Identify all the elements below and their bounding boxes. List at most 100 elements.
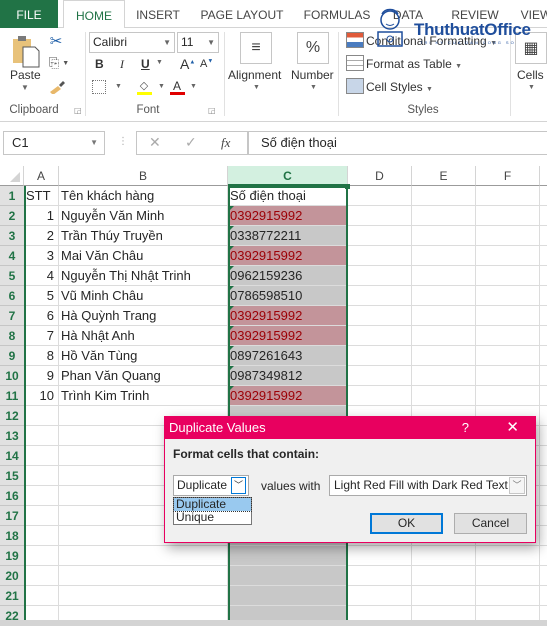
horizontal-scrollbar[interactable] <box>0 620 547 626</box>
cell-b[interactable]: Phan Văn Quang <box>59 366 228 386</box>
cancel-icon[interactable]: ✕ <box>149 134 161 151</box>
cell-g[interactable] <box>540 306 547 326</box>
tab-view[interactable]: VIEW <box>516 0 547 28</box>
cell-e[interactable] <box>412 586 476 606</box>
alignment-dropdown-icon[interactable]: ▼ <box>253 84 260 91</box>
cell-d[interactable] <box>348 226 412 246</box>
cell-d[interactable] <box>348 346 412 366</box>
cell-f[interactable] <box>476 566 540 586</box>
name-box[interactable]: C1 ▼ <box>3 131 105 155</box>
cell-g[interactable] <box>540 346 547 366</box>
column-header-c[interactable]: C <box>228 166 348 186</box>
row-header[interactable]: 4 <box>0 246 24 266</box>
cell-f[interactable] <box>476 326 540 346</box>
cell-e[interactable] <box>412 266 476 286</box>
cell-c[interactable]: Số điện thoại <box>228 186 348 206</box>
ok-button[interactable]: OK <box>370 513 443 534</box>
fill-color-icon[interactable]: ◇ <box>136 78 152 96</box>
cell-f[interactable] <box>476 586 540 606</box>
cancel-button[interactable]: Cancel <box>454 513 527 534</box>
row-header[interactable]: 15 <box>0 466 24 486</box>
decrease-font-icon[interactable]: A▼ <box>200 58 213 70</box>
cell-e[interactable] <box>412 226 476 246</box>
format-painter-icon[interactable] <box>47 78 67 96</box>
row-header[interactable]: 18 <box>0 526 24 546</box>
format-as-table-icon[interactable] <box>346 55 364 71</box>
cell-a[interactable]: 7 <box>24 326 59 346</box>
font-color-icon[interactable]: A <box>169 78 185 96</box>
cell-f[interactable] <box>476 306 540 326</box>
row-header[interactable]: 3 <box>0 226 24 246</box>
cell-a[interactable] <box>24 406 59 426</box>
cell-a[interactable] <box>24 546 59 566</box>
cell-b[interactable] <box>59 546 228 566</box>
row-header[interactable]: 6 <box>0 286 24 306</box>
font-launcher-icon[interactable]: ◲ <box>208 106 216 115</box>
bold-button[interactable]: B <box>95 57 104 71</box>
cell-e[interactable] <box>412 566 476 586</box>
clipboard-launcher-icon[interactable]: ◲ <box>74 106 82 115</box>
cell-a[interactable]: 6 <box>24 306 59 326</box>
number-label[interactable]: Number <box>291 68 334 82</box>
cells-icon[interactable]: ▦ <box>515 32 547 64</box>
borders-dropdown-icon[interactable]: ▼ <box>115 83 122 90</box>
cell-c[interactable]: 0897261643 <box>228 346 348 366</box>
cell-b[interactable]: Hồ Văn Tùng <box>59 346 228 366</box>
cell-g[interactable] <box>540 386 547 406</box>
column-header-g[interactable] <box>540 166 547 186</box>
cell-c[interactable] <box>228 586 348 606</box>
conditional-formatting-button[interactable]: Conditional Formatting ▼ <box>366 34 497 48</box>
cell-b[interactable] <box>59 586 228 606</box>
tab-formulas[interactable]: FORMULAS <box>302 0 372 28</box>
alignment-icon[interactable]: ≡ <box>240 32 272 64</box>
formula-input[interactable]: Số điện thoại <box>248 131 547 155</box>
row-header[interactable]: 13 <box>0 426 24 446</box>
font-size-select[interactable]: 11 ▼ <box>177 32 219 53</box>
cell-d[interactable] <box>348 206 412 226</box>
column-header-b[interactable]: B <box>59 166 228 186</box>
cell-e[interactable] <box>412 366 476 386</box>
cell-c-duplicate[interactable]: 0392915992 <box>228 326 348 346</box>
cell-b[interactable]: Vũ Minh Châu <box>59 286 228 306</box>
column-header-a[interactable]: A <box>24 166 59 186</box>
borders-icon[interactable] <box>92 80 106 94</box>
row-header[interactable]: 11 <box>0 386 24 406</box>
cell-a[interactable]: 3 <box>24 246 59 266</box>
cell-f[interactable] <box>476 546 540 566</box>
cell-styles-button[interactable]: Cell Styles ▼ <box>366 80 433 94</box>
cell-g[interactable] <box>540 446 547 466</box>
help-button[interactable]: ? <box>462 417 469 439</box>
cell-c-duplicate[interactable]: 0392915992 <box>228 206 348 226</box>
cell-c[interactable]: 0962159236 <box>228 266 348 286</box>
cell-e[interactable] <box>412 546 476 566</box>
cell-g[interactable] <box>540 266 547 286</box>
row-header[interactable]: 19 <box>0 546 24 566</box>
cell-c-duplicate[interactable]: 0392915992 <box>228 306 348 326</box>
cell-a[interactable]: 1 <box>24 206 59 226</box>
cell-styles-icon[interactable] <box>346 78 364 94</box>
cell-f[interactable] <box>476 266 540 286</box>
cell-d[interactable] <box>348 546 412 566</box>
cell-d[interactable] <box>348 326 412 346</box>
cell-g[interactable] <box>540 286 547 306</box>
cell-g[interactable] <box>540 406 547 426</box>
enter-icon[interactable]: ✓ <box>185 134 197 151</box>
cell-a[interactable]: 2 <box>24 226 59 246</box>
cell-e[interactable] <box>412 386 476 406</box>
cell-a[interactable] <box>24 466 59 486</box>
underline-button[interactable]: U <box>141 57 150 71</box>
cell-b[interactable]: Hà Nhật Anh <box>59 326 228 346</box>
cell-b[interactable]: Mai Văn Châu <box>59 246 228 266</box>
cell-f[interactable] <box>476 346 540 366</box>
cell-a[interactable] <box>24 526 59 546</box>
close-button[interactable]: ✕ <box>506 417 519 439</box>
fill-dropdown-icon[interactable]: ▼ <box>158 83 165 90</box>
insert-function-icon[interactable]: fx <box>221 135 230 151</box>
paste-dropdown-icon[interactable]: ▼ <box>21 83 29 92</box>
cell-c-duplicate[interactable]: 0392915992 <box>228 246 348 266</box>
cell-g[interactable] <box>540 246 547 266</box>
column-header-f[interactable]: F <box>476 166 540 186</box>
cell-c[interactable]: 0987349812 <box>228 366 348 386</box>
increase-font-icon[interactable]: A▲ <box>180 56 195 72</box>
row-header[interactable]: 21 <box>0 586 24 606</box>
